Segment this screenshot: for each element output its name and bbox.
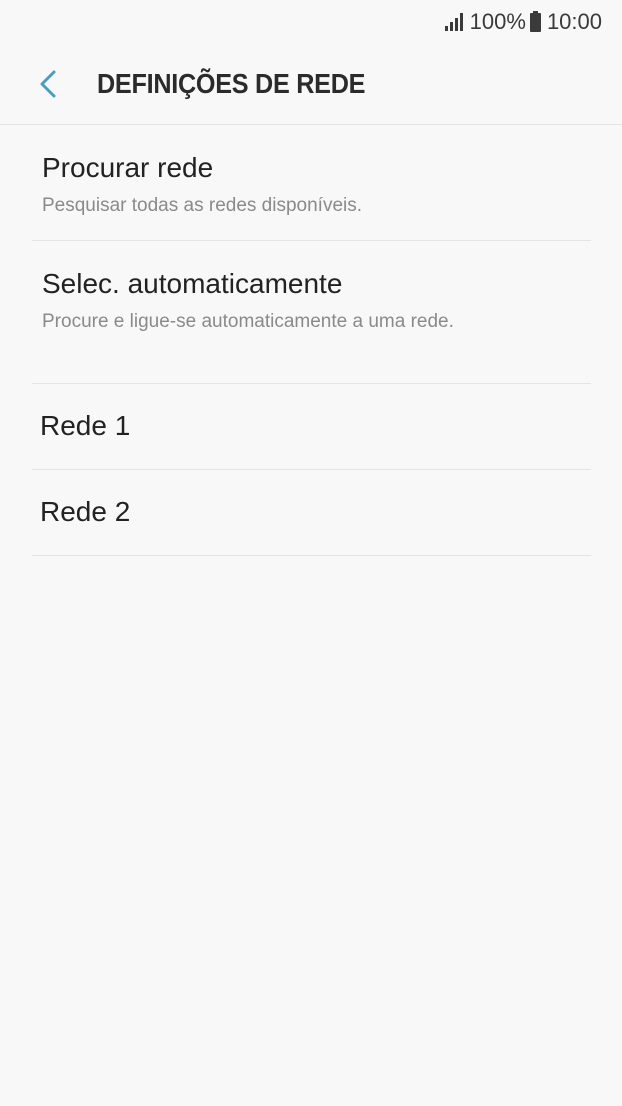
- list-item-auto-select[interactable]: Selec. automaticamente Procure e ligue-s…: [32, 241, 591, 384]
- list-item-title: Procurar rede: [42, 152, 214, 183]
- signal-icon: [444, 13, 465, 31]
- clock: 10:00: [546, 9, 602, 34]
- list-item-title: Selec. automaticamente: [42, 268, 343, 299]
- battery-icon: [529, 10, 541, 32]
- list-item-title: Rede 1: [40, 410, 131, 441]
- chevron-left-icon: [40, 70, 56, 98]
- list-item-subtitle: Procure e ligue-se automaticamente a uma…: [42, 311, 454, 332]
- back-button[interactable]: [28, 64, 68, 104]
- network-settings-list: Procurar rede Pesquisar todas as redes d…: [32, 125, 591, 556]
- app-header: DEFINIÇÕES DE REDE: [0, 44, 622, 125]
- list-item-network-1[interactable]: Rede 1: [32, 384, 591, 470]
- list-item-title: Rede 2: [40, 496, 131, 527]
- list-item-subtitle: Pesquisar todas as redes disponíveis.: [42, 195, 363, 216]
- page-title: DEFINIÇÕES DE REDE: [97, 68, 366, 99]
- status-bar: 100% 10:00: [0, 0, 622, 44]
- list-item-search-network[interactable]: Procurar rede Pesquisar todas as redes d…: [32, 125, 591, 241]
- status-indicators: 100% 10:00: [444, 8, 602, 36]
- battery-percentage: 100%: [469, 9, 526, 34]
- list-item-network-2[interactable]: Rede 2: [32, 470, 591, 556]
